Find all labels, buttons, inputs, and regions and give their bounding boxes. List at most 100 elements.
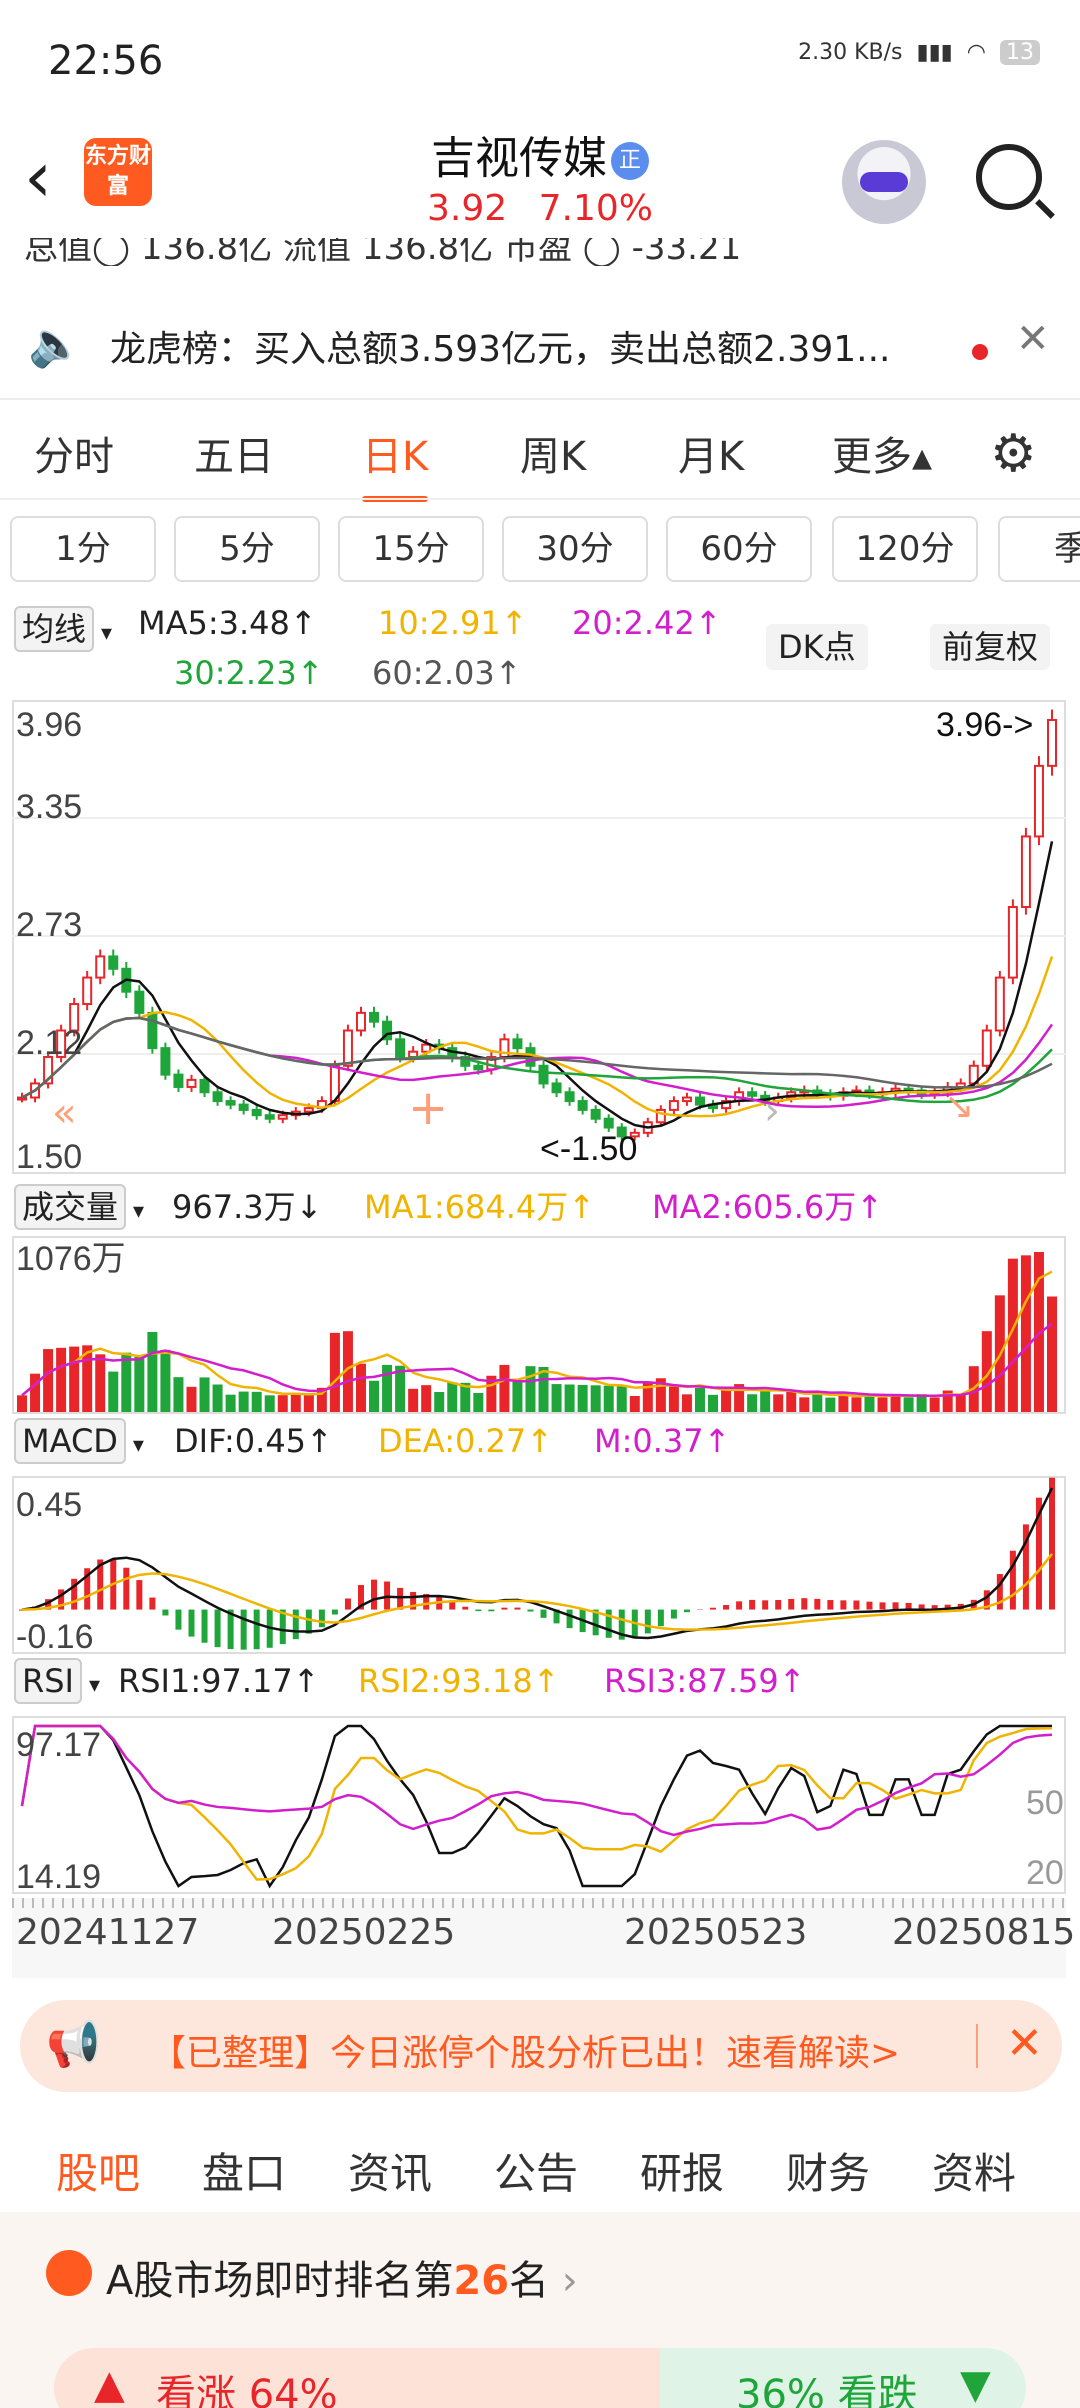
y-label: 3.96 — [16, 706, 82, 744]
tab-15min[interactable]: 15分 — [338, 516, 484, 582]
speaker-icon: 🔈 — [28, 319, 83, 370]
volume-bar — [277, 1395, 288, 1412]
ma60-label: 60:2.03↑ — [372, 654, 522, 692]
volume-bar — [329, 1332, 340, 1412]
volume-bar — [421, 1385, 432, 1412]
macd-bar — [710, 1607, 717, 1610]
volume-chart[interactable]: 1076万 — [12, 1236, 1066, 1414]
ma-selector-label[interactable]: 均线 — [14, 606, 95, 652]
tab-finance[interactable]: 财务 — [786, 2140, 870, 2201]
macd-bar — [475, 1609, 482, 1612]
expand-icon[interactable]: ↘ — [944, 1086, 974, 1127]
date-label: 20250815 — [892, 1912, 1076, 1953]
ma-selector[interactable]: 均线 ▾ — [14, 604, 112, 652]
market-rank-card[interactable]: A股市场即时排名第26名 › ▲ 看涨 64% 36% 看跌 ▼ — [0, 2212, 1080, 2408]
volume-bar — [760, 1391, 771, 1412]
macd-bar — [879, 1602, 886, 1610]
stock-header: ‹ 东方财富 吉视传媒正 3.92 7.10% — [0, 120, 1080, 240]
search-icon[interactable] — [976, 144, 1042, 210]
signal-icon: ▮▮▮ — [916, 40, 953, 65]
volume-bar — [499, 1364, 510, 1412]
volume-bar — [812, 1394, 823, 1412]
ad-banner[interactable]: 📢 【已整理】今日涨停个股分析已出！速看解读> ✕ — [20, 2000, 1062, 2092]
ad-text[interactable]: 【已整理】今日涨停个股分析已出！速看解读> — [150, 2024, 900, 2076]
tab-five-day[interactable]: 五日 — [194, 424, 274, 482]
candle — [95, 955, 106, 979]
tab-more[interactable]: 更多▴ — [832, 424, 932, 482]
volume-bar — [786, 1390, 797, 1412]
crosshair-icon[interactable]: + — [408, 1080, 448, 1136]
macd-bar — [292, 1609, 299, 1640]
volume-bar — [1020, 1255, 1031, 1412]
volume-bar — [851, 1397, 862, 1412]
volume-bar — [408, 1388, 419, 1412]
tab-news[interactable]: 资讯 — [348, 2140, 432, 2201]
tab-profile[interactable]: 资料 — [932, 2140, 1016, 2201]
candle — [551, 1082, 562, 1094]
macd-bar — [749, 1599, 756, 1610]
macd-bar — [644, 1609, 651, 1634]
macd-bar — [788, 1598, 795, 1610]
minute-tabs: 1分 5分 15分 30分 60分 120分 季 — [0, 512, 1080, 586]
tab-weekly-k[interactable]: 周K — [520, 424, 586, 482]
volume-bar — [590, 1385, 601, 1412]
volume-selector[interactable]: 成交量 ▾ — [14, 1182, 144, 1230]
status-badge: 正 — [611, 142, 649, 180]
tab-1min[interactable]: 1分 — [10, 516, 156, 582]
rsi-right-label: 50 — [1026, 1784, 1064, 1822]
rsi-chart[interactable]: 97.17 14.19 50 20 — [12, 1716, 1066, 1894]
bullish-button[interactable]: ▲ 看涨 64% — [54, 2348, 694, 2408]
notice-text[interactable]: 龙虎榜：买入总额3.593亿元，卖出总额2.391... — [110, 320, 930, 372]
assistant-robot-icon[interactable] — [842, 140, 926, 224]
volume-bar — [186, 1386, 197, 1412]
divider — [0, 498, 1080, 500]
macd-bar — [488, 1609, 495, 1612]
tab-season[interactable]: 季 — [998, 516, 1080, 582]
volume-bar — [95, 1354, 106, 1412]
tab-30min[interactable]: 30分 — [502, 516, 648, 582]
close-icon[interactable]: ✕ — [1016, 316, 1050, 362]
macd-selector[interactable]: MACD ▾ — [14, 1418, 144, 1464]
macd-bar — [331, 1609, 338, 1615]
macd-bar — [123, 1567, 130, 1610]
macd-chart[interactable]: 0.45 -0.16 — [12, 1476, 1066, 1654]
dk-point-label[interactable]: DK点 — [766, 624, 868, 670]
tab-guba[interactable]: 股吧 — [56, 2140, 140, 2219]
candle — [747, 1091, 758, 1097]
tab-60min[interactable]: 60分 — [666, 516, 812, 582]
notice-bar[interactable]: 🔈 龙虎榜：买入总额3.593亿元，卖出总额2.391... ✕ — [0, 282, 1080, 400]
macd-bar — [318, 1609, 325, 1628]
macd-selector-label[interactable]: MACD — [14, 1418, 126, 1464]
date-label: 20250523 — [624, 1912, 808, 1953]
macd-bar — [866, 1601, 873, 1610]
tab-pankou[interactable]: 盘口 — [202, 2140, 286, 2201]
candle — [512, 1038, 523, 1050]
gear-icon[interactable]: ⚙ — [990, 424, 1037, 484]
candle — [277, 1114, 288, 1120]
candle — [108, 955, 119, 970]
scroll-left-icon[interactable]: « — [52, 1090, 76, 1136]
rsi-selector-label[interactable]: RSI — [14, 1658, 82, 1704]
chevron-right-icon[interactable]: › — [764, 1088, 780, 1134]
tab-5min[interactable]: 5分 — [174, 516, 320, 582]
tab-intraday[interactable]: 分时 — [34, 424, 114, 482]
rank-text[interactable]: A股市场即时排名第26名 › — [106, 2248, 578, 2306]
adjust-label[interactable]: 前复权 — [930, 624, 1051, 670]
bearish-button[interactable]: 36% 看跌 ▼ — [660, 2348, 1026, 2408]
tab-research[interactable]: 研报 — [640, 2140, 724, 2201]
dk-point-toggle[interactable]: DK点 — [766, 622, 868, 670]
adjust-toggle[interactable]: 前复权 — [930, 622, 1051, 670]
rsi-selector[interactable]: RSI ▾ — [14, 1658, 100, 1704]
tab-120min[interactable]: 120分 — [832, 516, 978, 582]
volume-bar — [955, 1393, 966, 1412]
rank-number: 26 — [453, 2258, 510, 2304]
close-icon[interactable]: ✕ — [1006, 2018, 1043, 2069]
tab-announcements[interactable]: 公告 — [494, 2140, 578, 2201]
volume-selector-label[interactable]: 成交量 — [14, 1184, 127, 1230]
tab-daily-k[interactable]: 日K — [362, 424, 429, 502]
kline-chart[interactable]: 3.96 3.35 2.73 2.12 1.50 3.96-> <-1.50 «… — [12, 700, 1066, 1174]
volume-bar — [473, 1393, 484, 1412]
volume-bar — [43, 1349, 54, 1412]
candle — [1007, 906, 1018, 979]
tab-monthly-k[interactable]: 月K — [678, 424, 744, 482]
